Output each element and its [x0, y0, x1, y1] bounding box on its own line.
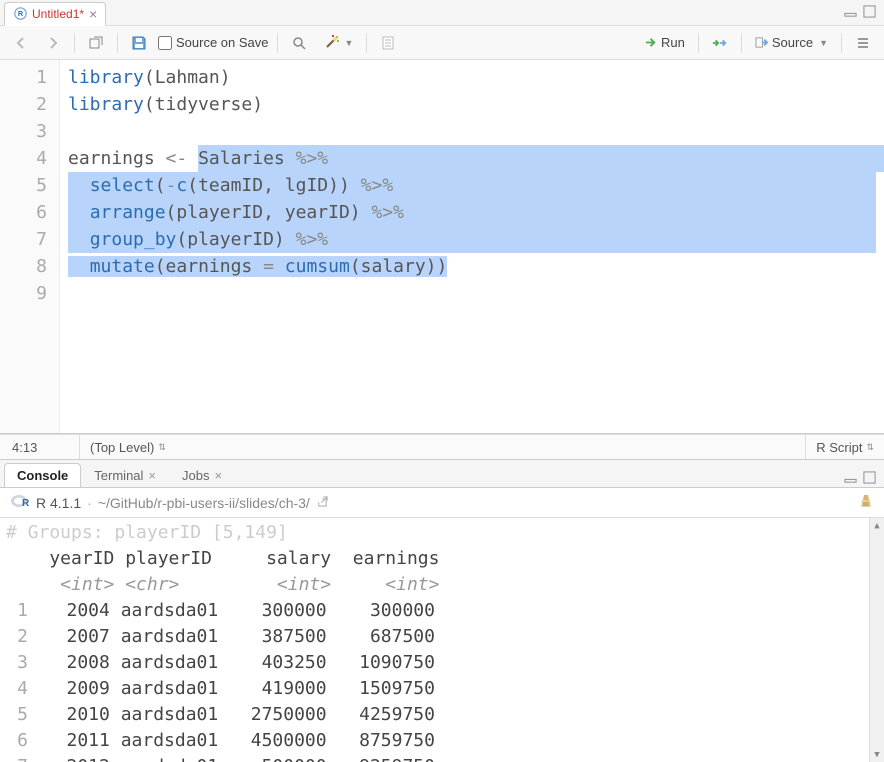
maximize-pane-icon[interactable]	[863, 471, 876, 487]
console-scrollbar[interactable]: ▲ ▼	[869, 518, 884, 762]
file-tab[interactable]: R Untitled1* ×	[4, 2, 106, 26]
save-button[interactable]	[126, 33, 152, 53]
clear-console-icon[interactable]	[858, 493, 874, 512]
code-line[interactable]: group_by(playerID) %>%	[68, 226, 876, 253]
r-file-icon: R	[13, 7, 27, 21]
close-icon[interactable]: ×	[214, 468, 222, 483]
close-icon[interactable]: ×	[148, 468, 156, 483]
code-area[interactable]: library(Lahman)library(tidyverse) earnin…	[60, 60, 884, 433]
run-button[interactable]: Run	[639, 33, 690, 52]
compile-report-button[interactable]	[375, 33, 401, 53]
code-line[interactable]: mutate(earnings = cumsum(salary))	[68, 253, 876, 280]
code-line[interactable]: library(tidyverse)	[68, 91, 876, 118]
table-row: 7 2012 aardsda01 500000 9259750	[6, 754, 878, 762]
run-label: Run	[661, 35, 685, 50]
tab-console[interactable]: Console	[4, 463, 81, 487]
chevron-down-icon: ▼	[345, 38, 354, 48]
editor-toolbar: Source on Save ▼ Run Source ▼	[0, 26, 884, 60]
updown-icon: ⇅	[866, 442, 874, 453]
nav-back-button[interactable]	[8, 33, 34, 53]
file-tab-name: Untitled1*	[32, 7, 84, 21]
editor-status-bar: 4:13 (Top Level) ⇅ R Script ⇅	[0, 434, 884, 460]
console-panel-tabs: Console Terminal × Jobs ×	[0, 460, 884, 488]
find-button[interactable]	[286, 33, 312, 53]
nav-forward-button[interactable]	[40, 33, 66, 53]
line-number-gutter: 123456789	[0, 60, 60, 433]
code-line[interactable]: earnings <- Salaries %>%	[68, 145, 876, 172]
cursor-position: 4:13	[0, 435, 80, 459]
rerun-button[interactable]	[707, 33, 733, 53]
pane-window-controls	[844, 471, 884, 487]
code-tools-button[interactable]: ▼	[318, 33, 359, 53]
table-type-row: <int> <chr> <int> <int>	[6, 572, 878, 598]
updown-icon: ⇅	[158, 442, 166, 453]
scroll-up-icon[interactable]: ▲	[870, 518, 884, 533]
table-header-row: yearID playerID salary earnings	[6, 546, 878, 572]
minimize-pane-icon[interactable]	[844, 471, 857, 487]
maximize-pane-icon[interactable]	[863, 5, 876, 21]
source-on-save-input[interactable]	[158, 36, 172, 50]
source-on-save-checkbox[interactable]: Source on Save	[158, 35, 269, 50]
scope-label: (Top Level)	[90, 440, 154, 455]
table-row: 4 2009 aardsda01 419000 1509750	[6, 676, 878, 702]
language-selector[interactable]: R Script ⇅	[805, 435, 884, 459]
table-row: 1 2004 aardsda01 300000 300000	[6, 598, 878, 624]
r-version: R 4.1.1	[36, 495, 81, 511]
r-logo-icon: R	[10, 493, 30, 512]
scroll-down-icon[interactable]: ▼	[870, 747, 884, 762]
table-row: 6 2011 aardsda01 4500000 8759750	[6, 728, 878, 754]
code-editor[interactable]: 123456789 library(Lahman)library(tidyver…	[0, 60, 884, 434]
table-row: 5 2010 aardsda01 2750000 4259750	[6, 702, 878, 728]
close-icon[interactable]: ×	[89, 7, 97, 21]
tab-label: Console	[17, 468, 68, 483]
source-button[interactable]: Source ▼	[750, 33, 833, 52]
table-row: 3 2008 aardsda01 403250 1090750	[6, 650, 878, 676]
code-line[interactable]	[68, 118, 876, 145]
console-faded-line: # Groups: playerID [5,149]	[6, 520, 878, 546]
language-label: R Script	[816, 440, 862, 455]
tab-terminal[interactable]: Terminal ×	[81, 463, 169, 487]
source-on-save-label: Source on Save	[176, 35, 269, 50]
svg-text:R: R	[22, 498, 30, 509]
pane-window-controls	[844, 5, 884, 21]
editor-tab-bar: R Untitled1* ×	[0, 0, 884, 26]
show-in-new-window-button[interactable]	[83, 33, 109, 53]
code-line[interactable]: select(-c(teamID, lgID)) %>%	[68, 172, 876, 199]
scope-selector[interactable]: (Top Level) ⇅	[80, 435, 805, 459]
code-line[interactable]: arrange(playerID, yearID) %>%	[68, 199, 876, 226]
svg-text:R: R	[17, 9, 23, 18]
minimize-pane-icon[interactable]	[844, 5, 857, 21]
tab-jobs[interactable]: Jobs ×	[169, 463, 235, 487]
console-header: R R 4.1.1 · ~/GitHub/r-pbi-users-ii/slid…	[0, 488, 884, 518]
outline-button[interactable]	[850, 33, 876, 53]
chevron-down-icon: ▼	[819, 38, 828, 48]
console-output[interactable]: # Groups: playerID [5,149] yearID player…	[0, 518, 884, 762]
tab-label: Jobs	[182, 468, 209, 483]
tab-label: Terminal	[94, 468, 143, 483]
code-line[interactable]	[68, 280, 876, 307]
code-line[interactable]: library(Lahman)	[68, 64, 876, 91]
table-row: 2 2007 aardsda01 387500 687500	[6, 624, 878, 650]
source-label: Source	[772, 35, 813, 50]
popout-icon[interactable]	[316, 495, 329, 511]
working-directory[interactable]: ~/GitHub/r-pbi-users-ii/slides/ch-3/	[98, 495, 310, 511]
